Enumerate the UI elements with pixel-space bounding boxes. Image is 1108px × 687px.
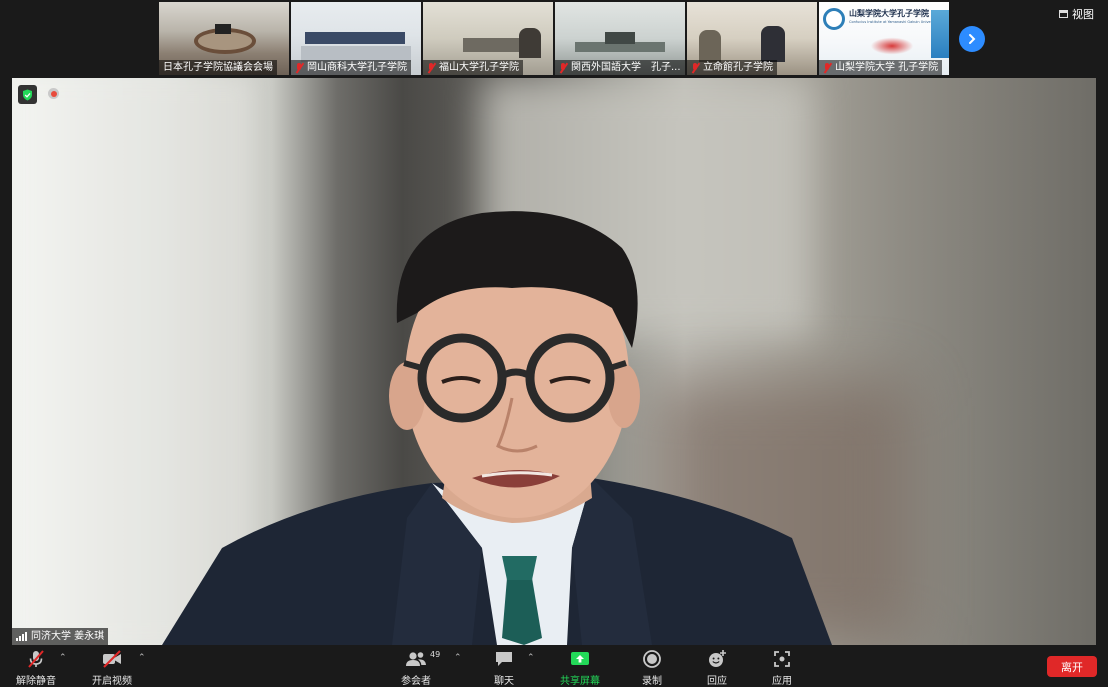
- speaker-name: 同济大学 姜永琪: [31, 631, 105, 642]
- mic-off-icon: [26, 649, 46, 669]
- active-speaker-video: 同济大学 姜永琪: [12, 78, 1096, 645]
- meeting-toolbar: 解除静音 ⌃ 开启视频 ⌃ 49 参会者 ⌃ 聊天 ⌃ 共享屏幕 录制 回应 应…: [0, 645, 1108, 687]
- security-shield-icon[interactable]: [18, 85, 37, 104]
- chat-button[interactable]: 聊天: [494, 649, 514, 687]
- gallery-tile[interactable]: 日本孔子学院協議会会場: [159, 2, 289, 75]
- gallery-caption: 関西外国語大学 孔子...: [555, 60, 685, 75]
- gallery-tile[interactable]: 岡山商科大学孔子学院: [291, 2, 421, 75]
- gallery-caption: 山梨学院大学 孔子学院: [819, 60, 943, 75]
- share-screen-label: 共享屏幕: [560, 676, 600, 687]
- chevron-right-icon: [969, 34, 976, 44]
- institute-logo-icon: [823, 8, 845, 30]
- start-video-label: 开启视频: [92, 676, 132, 687]
- participants-label: 参会者: [401, 676, 431, 687]
- recording-indicator-icon: [48, 88, 59, 99]
- gallery-next-button[interactable]: [959, 26, 985, 52]
- participants-icon: 49: [404, 649, 440, 669]
- emoji-reaction-icon: [707, 649, 727, 669]
- gallery-caption: 岡山商科大学孔子学院: [291, 60, 411, 75]
- signal-strength-icon: [16, 632, 27, 641]
- chat-options-caret[interactable]: ⌃: [527, 653, 535, 663]
- gallery-tile[interactable]: 福山大学孔子学院: [423, 2, 553, 75]
- apps-icon: [772, 649, 792, 669]
- logo-title: 山梨学院大学孔子学院: [849, 9, 929, 18]
- share-screen-button[interactable]: 共享屏幕: [560, 649, 600, 687]
- record-button[interactable]: 录制: [642, 649, 662, 687]
- gallery-caption: 立命館孔子学院: [687, 60, 777, 75]
- participants-button[interactable]: 49 参会者: [401, 649, 440, 687]
- speaker-figure: [162, 211, 832, 645]
- mic-muted-icon: [427, 62, 436, 73]
- leave-meeting-button[interactable]: 离开: [1047, 656, 1097, 677]
- view-grid-icon: [1059, 10, 1068, 18]
- share-screen-icon: [569, 649, 591, 669]
- unmute-label: 解除静音: [16, 676, 56, 687]
- apps-label: 应用: [772, 676, 792, 687]
- gallery-tile[interactable]: 関西外国語大学 孔子...: [555, 2, 685, 75]
- participants-count: 49: [430, 650, 441, 659]
- chat-icon: [494, 649, 514, 669]
- audio-options-caret[interactable]: ⌃: [59, 653, 67, 663]
- record-label: 录制: [642, 676, 662, 687]
- video-off-icon: [101, 649, 123, 669]
- mic-muted-icon: [559, 62, 568, 73]
- view-button[interactable]: 视图: [1059, 6, 1094, 22]
- mic-muted-icon: [295, 62, 304, 73]
- gallery-strip: 日本孔子学院協議会会場 岡山商科大学孔子学院 福山大学孔子学院 関西外国語大学 …: [0, 0, 1108, 78]
- mic-muted-icon: [823, 62, 832, 73]
- reactions-label: 回应: [707, 676, 727, 687]
- mic-muted-icon: [691, 62, 700, 73]
- speaker-name-tag: 同济大学 姜永琪: [12, 628, 109, 645]
- unmute-button[interactable]: 解除静音: [16, 649, 56, 687]
- gallery-caption: 福山大学孔子学院: [423, 60, 523, 75]
- view-label: 视图: [1072, 8, 1094, 21]
- start-video-button[interactable]: 开启视频: [92, 649, 132, 687]
- participants-options-caret[interactable]: ⌃: [454, 653, 462, 663]
- gallery-tile[interactable]: 山梨学院大学孔子学院 Confucius Institute at Yamana…: [819, 2, 949, 75]
- apps-button[interactable]: 应用: [772, 649, 792, 687]
- record-icon: [642, 649, 662, 669]
- chat-label: 聊天: [494, 676, 514, 687]
- gallery-tile[interactable]: 立命館孔子学院: [687, 2, 817, 75]
- reactions-button[interactable]: 回应: [707, 649, 727, 687]
- video-options-caret[interactable]: ⌃: [138, 653, 146, 663]
- leave-label: 离开: [1061, 660, 1083, 674]
- gallery-caption: 日本孔子学院協議会会場: [159, 60, 277, 75]
- logo-subtitle: Confucius Institute at Yamanashi Gakuin …: [849, 20, 939, 24]
